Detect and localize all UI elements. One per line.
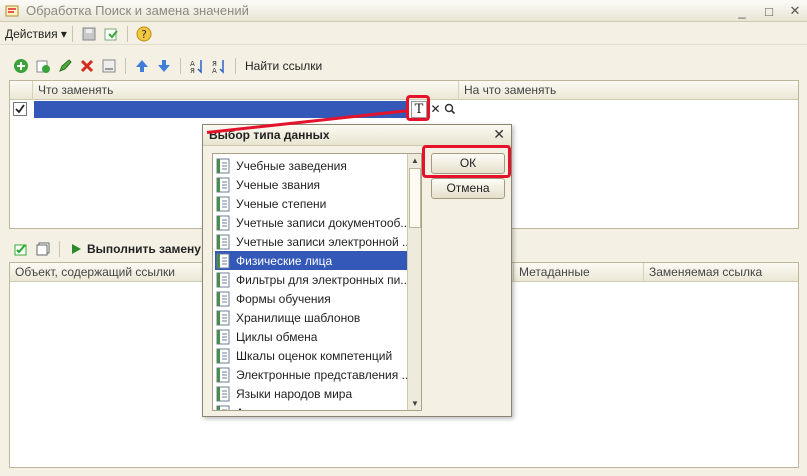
uncheck-all-icon[interactable]: [34, 240, 52, 258]
list-item-label: Анкета электорального пункт...: [236, 406, 407, 411]
list-item[interactable]: Электронные представления ...: [215, 365, 407, 384]
sort-asc-icon[interactable]: AЯ: [188, 57, 206, 75]
export-icon[interactable]: [102, 25, 120, 43]
catalog-icon: [216, 234, 230, 249]
list-item[interactable]: Хранилище шаблонов: [215, 308, 407, 327]
list-item-label: Формы обучения: [236, 291, 331, 306]
catalog-icon: [216, 291, 230, 306]
cancel-button[interactable]: Отмена: [431, 178, 505, 199]
sort-desc-icon[interactable]: ЯA: [210, 57, 228, 75]
list-item-label: Языки народов мира: [236, 386, 353, 401]
catalog-icon: [216, 329, 230, 344]
app-icon: [5, 5, 19, 16]
separator: [59, 241, 60, 257]
list-item[interactable]: Учетные записи документооб...: [215, 213, 407, 232]
scroll-up-icon[interactable]: ▲: [409, 155, 421, 167]
check-icon: [15, 104, 25, 114]
list-item-label: Электронные представления ...: [236, 367, 407, 382]
catalog-icon: [216, 310, 230, 325]
catalog-icon: [216, 348, 230, 363]
save-icon[interactable]: [80, 25, 98, 43]
list-item[interactable]: Анкета электорального пункт...: [215, 403, 407, 411]
highlight-ok-button: [422, 145, 511, 178]
replace-table-header: Что заменять На что заменять: [10, 81, 798, 100]
maximize-button[interactable]: □: [760, 3, 778, 19]
list-item[interactable]: Физические лица: [215, 251, 407, 270]
close-window-button[interactable]: ✕: [786, 3, 804, 19]
catalog-icon: [216, 158, 230, 173]
list-item[interactable]: Фильтры для электронных пи...: [215, 270, 407, 289]
row-checkbox[interactable]: [13, 102, 27, 116]
list-item[interactable]: Циклы обмена: [215, 327, 407, 346]
run-icon[interactable]: [67, 240, 85, 258]
column-header-with[interactable]: На что заменять: [459, 81, 799, 100]
actions-menu[interactable]: Действия ▾: [5, 27, 67, 41]
catalog-icon: [216, 367, 230, 382]
move-down-icon[interactable]: [155, 57, 173, 75]
separator: [235, 58, 236, 74]
column-header-replaced-ref[interactable]: Заменяемая ссылка: [644, 263, 799, 282]
svg-text:?: ?: [141, 28, 147, 41]
svg-text:Я: Я: [190, 67, 195, 74]
edit-icon[interactable]: [56, 57, 74, 75]
column-header-metadata[interactable]: Метаданные: [514, 263, 644, 282]
catalog-icon: [216, 272, 230, 287]
delete-icon[interactable]: [78, 57, 96, 75]
copy-add-icon[interactable]: [34, 57, 52, 75]
list-item-label: Ученые степени: [236, 196, 327, 211]
catalog-icon: [216, 253, 230, 268]
list-item[interactable]: Учебные заведения: [215, 156, 407, 175]
dialog-close-icon[interactable]: ✕: [493, 126, 505, 143]
title-bar: Обработка Поиск и замена значений _ □ ✕: [0, 0, 807, 22]
list-item[interactable]: Учетные записи электронной ...: [215, 232, 407, 251]
separator: [71, 25, 73, 42]
list-item-label: Физические лица: [236, 253, 333, 268]
list-item-label: Учетные записи документооб...: [236, 215, 407, 230]
list-item[interactable]: Языки народов мира: [215, 384, 407, 403]
highlight-type-button: [406, 95, 430, 121]
catalog-icon: [216, 177, 230, 192]
main-toolbar: Действия ▾ ?: [0, 23, 807, 45]
check-all-icon[interactable]: [12, 240, 30, 258]
add-icon[interactable]: [12, 57, 30, 75]
list-item-label: Шкалы оценок компетенций: [236, 348, 393, 363]
scroll-thumb[interactable]: [409, 168, 421, 228]
list-item[interactable]: Ученые степени: [215, 194, 407, 213]
find-links-button[interactable]: Найти ссылки: [245, 59, 322, 73]
list-scrollbar[interactable]: ▲ ▼: [407, 154, 421, 410]
data-type-list[interactable]: Учебные заведения Ученые звания Ученые сте…: [212, 153, 422, 411]
end-edit-icon[interactable]: [100, 57, 118, 75]
replace-toolbar: AЯ ЯA Найти ссылки: [10, 56, 800, 76]
list-item[interactable]: Ученые звания: [215, 175, 407, 194]
list-item-label: Фильтры для электронных пи...: [236, 272, 407, 287]
scroll-down-icon[interactable]: ▼: [409, 398, 421, 410]
execute-replace-button[interactable]: Выполнить замену с: [87, 242, 211, 256]
list-item-label: Ученые звания: [236, 177, 321, 192]
list-item-label: Учетные записи электронной ...: [236, 234, 407, 249]
window-title: Обработка Поиск и замена значений: [26, 3, 249, 18]
catalog-icon: [216, 405, 230, 410]
separator: [180, 58, 181, 74]
catalog-icon: [216, 215, 230, 230]
clear-icon[interactable]: ✕: [429, 101, 442, 118]
help-icon[interactable]: ?: [135, 25, 153, 43]
column-header-what[interactable]: Что заменять: [33, 81, 459, 100]
search-icon[interactable]: [443, 101, 457, 118]
list-item-label: Учебные заведения: [236, 158, 347, 173]
minimize-button[interactable]: _: [733, 3, 751, 19]
separator: [125, 58, 126, 74]
catalog-icon: [216, 386, 230, 401]
checkbox-column-header: [10, 81, 33, 100]
list-item-label: Хранилище шаблонов: [236, 310, 361, 325]
svg-text:A: A: [212, 67, 217, 74]
list-item-label: Циклы обмена: [236, 329, 318, 344]
catalog-icon: [216, 196, 230, 211]
list-item[interactable]: Шкалы оценок компетенций: [215, 346, 407, 365]
move-up-icon[interactable]: [133, 57, 151, 75]
list-item[interactable]: Формы обучения: [215, 289, 407, 308]
separator: [126, 25, 128, 42]
